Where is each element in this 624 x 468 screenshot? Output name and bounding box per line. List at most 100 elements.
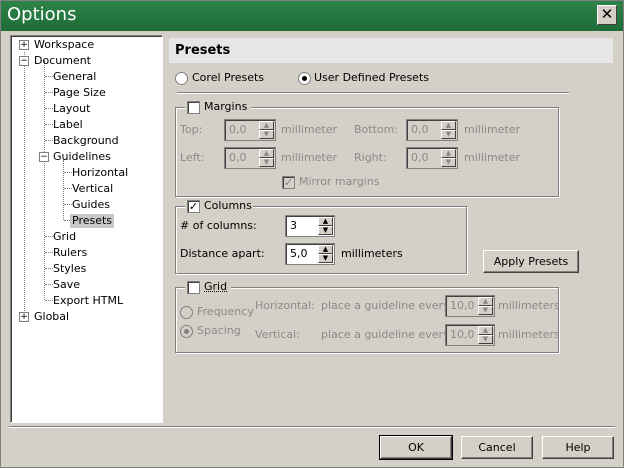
close-button[interactable]: ✕ [597,5,617,25]
collapse-document-icon[interactable]: − [19,56,29,66]
spacing-radio[interactable] [180,325,193,338]
grid-horizontal-value: 10,0 [450,299,475,312]
spin-up-icon[interactable]: ▲ [318,245,333,254]
spin-up-icon[interactable]: ▲ [441,121,456,130]
num-columns-label: # of columns: [180,219,257,232]
spacing-label[interactable]: Spacing [197,324,241,337]
tree-item-background[interactable]: Background [53,134,119,148]
tree-line [45,252,53,253]
tree-item-styles[interactable]: Styles [53,262,86,276]
corel-presets-label[interactable]: Corel Presets [192,71,264,84]
spin-down-icon[interactable]: ▼ [478,335,493,344]
margin-right-value: 0,0 [411,151,429,164]
corel-presets-radio[interactable] [175,72,188,85]
spin-up-icon[interactable]: ▲ [478,326,493,335]
expand-global-icon[interactable]: + [19,312,29,322]
bottom-separator [9,426,615,428]
grid-horizontal-text: place a guideline every [321,299,450,312]
tree-line [63,160,64,220]
num-columns-value[interactable]: 3 [290,219,297,232]
margin-left-spinner[interactable]: 0,0 ▲ ▼ [224,147,276,169]
user-presets-radio[interactable] [298,72,311,85]
close-icon: ✕ [600,5,614,23]
tree-item-rulers[interactable]: Rulers [53,246,87,260]
cancel-button[interactable]: Cancel [461,436,533,459]
tree-line [45,268,53,269]
margins-label[interactable]: Margins [204,100,247,113]
user-presets-label[interactable]: User Defined Presets [314,71,429,84]
margin-right-spinner[interactable]: 0,0 ▲ ▼ [406,147,458,169]
apply-presets-button[interactable]: Apply Presets [483,250,579,273]
tree-line [45,92,53,93]
spin-up-icon[interactable]: ▲ [318,217,333,226]
tree-item-export-html[interactable]: Export HTML [53,294,123,308]
expand-workspace-icon[interactable]: + [19,40,29,50]
spin-down-icon[interactable]: ▼ [441,158,456,167]
tree-item-label[interactable]: Label [53,118,83,132]
frequency-radio[interactable] [180,306,193,319]
tree-item-guidelines[interactable]: Guidelines [53,150,111,164]
margin-top-spinner[interactable]: 0,0 ▲ ▼ [224,119,276,141]
tree-item-general[interactable]: General [53,70,96,84]
title-bar[interactable]: Options ✕ [1,1,623,31]
tree-line [64,172,72,173]
help-button[interactable]: Help [542,436,614,459]
grid-checkbox[interactable] [187,281,200,294]
tree-item-grid[interactable]: Grid [53,230,76,244]
window-title: Options [7,4,77,25]
tree-item-page-size[interactable]: Page Size [53,86,106,100]
margin-bottom-spinner[interactable]: 0,0 ▲ ▼ [406,119,458,141]
margin-right-unit: millimeter [464,151,521,164]
spin-up-icon[interactable]: ▲ [478,297,493,306]
tree-line [45,140,53,141]
tree-item-document[interactable]: Document [34,54,91,68]
margin-right-label: Right: [354,151,387,164]
grid-vertical-value: 10,0 [450,328,475,341]
tree-line [45,284,53,285]
tree-item-guides[interactable]: Guides [72,198,110,212]
tree-line [44,60,45,300]
spin-down-icon[interactable]: ▼ [441,130,456,139]
tree-item-global[interactable]: Global [34,310,69,324]
spin-down-icon[interactable]: ▼ [478,306,493,315]
margins-checkbox[interactable] [187,101,200,114]
tree-item-horizontal[interactable]: Horizontal [72,166,128,180]
mirror-margins-checkbox[interactable]: ✓ [282,176,295,189]
margin-left-value: 0,0 [229,151,247,164]
spin-up-icon[interactable]: ▲ [259,121,274,130]
grid-vertical-text: place a guideline every [321,328,450,341]
category-tree[interactable]: + Workspace − Document General Page Size… [10,35,163,423]
tree-line [24,65,25,317]
grid-label[interactable]: Grid [204,280,227,293]
grid-horizontal-label: Horizontal: [255,299,315,312]
panel-title: Presets [175,43,231,58]
distance-apart-spinner[interactable]: 5,0 ▲ ▼ [285,243,335,265]
columns-label[interactable]: Columns [204,199,252,212]
grid-horizontal-spinner[interactable]: 10,0 ▲ ▼ [445,295,495,317]
tree-line [45,236,53,237]
spin-down-icon[interactable]: ▼ [318,226,333,235]
margin-bottom-unit: millimeter [464,123,521,136]
collapse-guidelines-icon[interactable]: − [39,152,49,162]
mirror-margins-label[interactable]: Mirror margins [299,175,379,188]
frequency-label[interactable]: Frequency [197,305,254,318]
spin-down-icon[interactable]: ▼ [259,130,274,139]
spin-up-icon[interactable]: ▲ [441,149,456,158]
tree-item-workspace[interactable]: Workspace [34,38,94,52]
options-dialog: Options ✕ + Workspace − Document General… [0,0,624,468]
tree-item-presets[interactable]: Presets [70,214,115,228]
spin-down-icon[interactable]: ▼ [259,158,274,167]
columns-checkbox[interactable]: ✓ [187,200,200,213]
spin-down-icon[interactable]: ▼ [318,254,333,263]
tree-item-vertical[interactable]: Vertical [72,182,113,196]
tree-line [64,204,72,205]
tree-item-save[interactable]: Save [53,278,80,292]
tree-item-layout[interactable]: Layout [53,102,90,116]
distance-apart-value[interactable]: 5,0 [290,247,308,260]
ok-button[interactable]: OK [379,435,453,460]
grid-vertical-spinner[interactable]: 10,0 ▲ ▼ [445,324,495,346]
separator [177,92,569,94]
spin-up-icon[interactable]: ▲ [259,149,274,158]
num-columns-spinner[interactable]: 3 ▲ ▼ [285,215,335,237]
distance-apart-label: Distance apart: [180,247,265,260]
